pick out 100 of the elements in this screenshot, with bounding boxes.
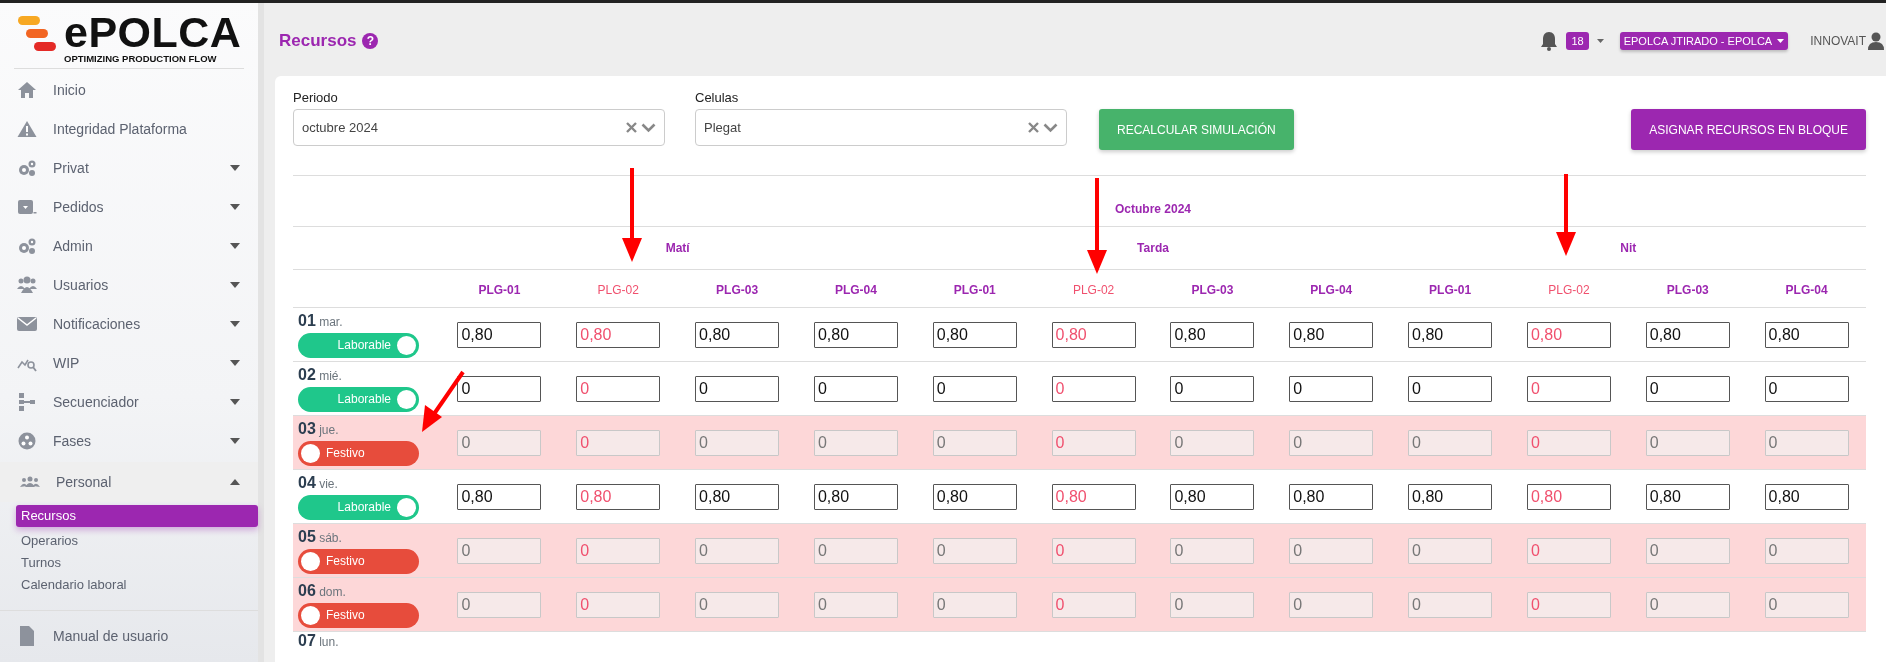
value-input[interactable]: 0 (457, 375, 542, 402)
value-input[interactable]: 0,80 (576, 483, 661, 510)
day-type-toggle[interactable]: Laborable (298, 386, 419, 412)
value-input[interactable]: 0,80 (1289, 321, 1374, 348)
shift-header: Tarda (1137, 241, 1169, 255)
chevron-down-icon[interactable] (641, 122, 656, 133)
value-input[interactable]: 0,80 (457, 483, 542, 510)
value-input[interactable]: 0,80 (1645, 483, 1730, 510)
page-title: Recursos (279, 31, 357, 51)
value-input[interactable]: 0 (1764, 375, 1849, 402)
value-input[interactable]: 0 (1645, 375, 1730, 402)
value-input[interactable]: 0,80 (1764, 483, 1849, 510)
notification-count[interactable]: 18 (1566, 32, 1589, 50)
sidebar-item[interactable]: Secuenciador (0, 382, 258, 421)
users-icon (17, 275, 37, 294)
value-input[interactable]: 0,80 (1645, 321, 1730, 348)
sidebar-item[interactable]: Inicio (0, 70, 258, 109)
column-header: PLG-03 (1666, 282, 1709, 297)
day-label: 02 mié. (298, 365, 343, 384)
value-input[interactable]: 0,80 (695, 483, 780, 510)
column-header: PLG-04 (1310, 282, 1353, 297)
value-input[interactable]: 0,80 (1764, 321, 1849, 348)
value-input[interactable]: 0,80 (932, 483, 1017, 510)
value-input[interactable]: 0 (932, 375, 1017, 402)
sidebar-item[interactable]: Integridad Plataforma (0, 109, 258, 148)
logo-icon (18, 16, 58, 52)
gears-icon (17, 236, 37, 255)
sidebar-item[interactable]: Pedidos (0, 187, 258, 226)
help-icon[interactable]: ? (362, 33, 379, 49)
value-input[interactable]: 0,80 (1408, 321, 1493, 348)
caret-icon[interactable] (1596, 39, 1604, 43)
submenu-item[interactable]: Operarios (16, 530, 258, 552)
value-input[interactable]: 0 (1526, 375, 1611, 402)
logo-tagline: OPTIMIZING PRODUCTION FLOW (64, 53, 218, 64)
column-header: PLG-02 (597, 282, 639, 297)
day-label: 03 jue. (298, 419, 340, 438)
value-input[interactable]: 0 (1051, 375, 1136, 402)
action-button[interactable]: RECALCULAR SIMULACIÓN (1099, 109, 1294, 150)
day-type-toggle[interactable]: Festivo (298, 602, 419, 628)
sidebar-item[interactable]: Privat (0, 148, 258, 187)
sidebar-item[interactable]: Fases (0, 421, 258, 460)
value-input[interactable]: 0,80 (1051, 483, 1136, 510)
home-icon (17, 80, 37, 99)
value-input[interactable]: 0,80 (1289, 483, 1374, 510)
sidebar-item[interactable]: Admin (0, 226, 258, 265)
submenu-item[interactable]: Recursos (16, 505, 258, 527)
sidebar-item[interactable]: Personal (0, 462, 258, 502)
clear-icon[interactable] (1028, 122, 1039, 133)
value-input[interactable]: 0,80 (1051, 321, 1136, 348)
value-input[interactable]: 0,80 (457, 321, 542, 348)
caret-icon (230, 242, 240, 249)
clear-icon[interactable] (626, 122, 637, 133)
value-input[interactable]: 0 (576, 375, 661, 402)
bell-icon[interactable] (1540, 31, 1559, 51)
month-header: Octubre 2024 (1113, 201, 1192, 216)
value-input[interactable]: 0,80 (1526, 483, 1611, 510)
value-input[interactable]: 0 (813, 375, 898, 402)
company-name: INNOVAIT (1810, 34, 1866, 48)
value-input[interactable]: 0 (1170, 375, 1255, 402)
value-input[interactable]: 0,80 (1526, 321, 1611, 348)
day-label: 06 dom. (298, 581, 347, 600)
value-input[interactable]: 0,80 (932, 321, 1017, 348)
circle-dots-icon (17, 431, 37, 450)
sidebar-item[interactable]: Manual de usuario (0, 621, 258, 651)
day-type-toggle[interactable]: Festivo (298, 548, 419, 574)
select-field[interactable]: Plegat (695, 109, 1067, 146)
submenu-item[interactable]: Calendario laboral (16, 574, 258, 596)
action-button[interactable]: ASIGNAR RECURSOS EN BLOQUE (1631, 109, 1866, 150)
field-label: Celulas (695, 90, 740, 105)
sidebar-item[interactable]: Usuarios (0, 265, 258, 304)
caret-icon (230, 479, 240, 485)
value-input[interactable]: 0 (1408, 375, 1493, 402)
day-type-toggle[interactable]: Festivo (298, 440, 419, 466)
caret-icon (230, 281, 240, 288)
value-input[interactable]: 0 (1289, 375, 1374, 402)
caret-icon (230, 437, 240, 444)
value-input[interactable]: 0,80 (1408, 483, 1493, 510)
day-label: 01 mar. (298, 311, 344, 330)
value-input[interactable]: 0 (695, 375, 780, 402)
day-type-toggle[interactable]: Laborable (298, 494, 419, 520)
day-type-toggle[interactable]: Laborable (298, 332, 419, 358)
column-header: PLG-01 (1429, 282, 1472, 297)
user-icon[interactable] (1868, 32, 1884, 50)
value-input[interactable]: 0,80 (1170, 321, 1255, 348)
inbox-icon (17, 197, 37, 216)
user-dropdown[interactable]: EPOLCA JTIRADO - EPOLCA (1619, 32, 1789, 50)
sidebar-item[interactable]: WIP (0, 343, 258, 382)
caret-icon (230, 320, 240, 327)
value-input[interactable]: 0,80 (1170, 483, 1255, 510)
chevron-down-icon[interactable] (1043, 122, 1058, 133)
value-input[interactable]: 0,80 (695, 321, 780, 348)
select-field[interactable]: octubre 2024 (293, 109, 665, 146)
shift-header: Matí (665, 241, 690, 255)
submenu-item[interactable]: Turnos (16, 552, 258, 574)
column-header: PLG-02 (1548, 282, 1590, 297)
sidebar-item[interactable]: Notificaciones (0, 304, 258, 343)
column-header: PLG-03 (716, 282, 759, 297)
value-input[interactable]: 0,80 (813, 483, 898, 510)
value-input[interactable]: 0,80 (813, 321, 898, 348)
value-input[interactable]: 0,80 (576, 321, 661, 348)
